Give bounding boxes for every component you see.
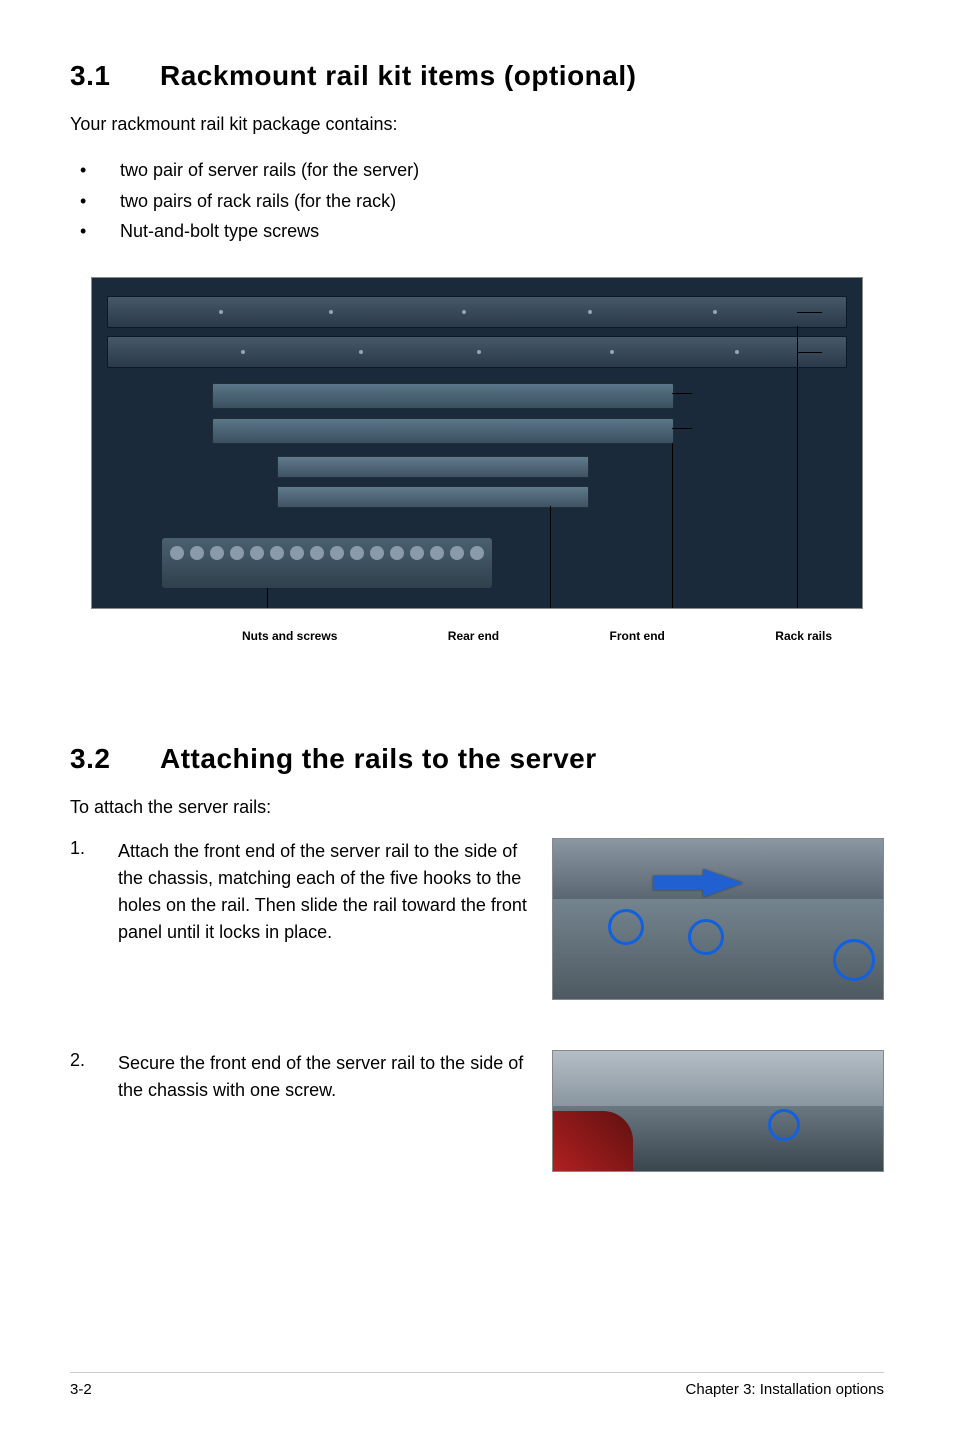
step-number: 2. xyxy=(70,1050,118,1071)
label-nuts-screws: Nuts and screws xyxy=(242,629,337,643)
step-item: 1. Attach the front end of the server ra… xyxy=(70,838,884,1000)
section2-intro: To attach the server rails: xyxy=(70,795,884,820)
label-rear-end: Rear end xyxy=(448,629,499,643)
step-number: 1. xyxy=(70,838,118,859)
footer-page-number: 3-2 xyxy=(70,1381,92,1398)
step-text: Secure the front end of the server rail … xyxy=(118,1050,552,1104)
step-item: 2. Secure the front end of the server ra… xyxy=(70,1050,884,1172)
label-rack-rails: Rack rails xyxy=(775,629,832,643)
kit-contents-list: two pair of server rails (for the server… xyxy=(70,155,884,247)
rail-kit-figure xyxy=(91,277,863,609)
screws-cluster-graphic xyxy=(162,538,492,588)
section-number: 3.2 xyxy=(70,743,160,775)
list-item: two pairs of rack rails (for the rack) xyxy=(70,186,884,217)
list-item: Nut-and-bolt type screws xyxy=(70,216,884,247)
step-text: Attach the front end of the server rail … xyxy=(118,838,552,946)
section-title: Attaching the rails to the server xyxy=(160,743,597,774)
footer-chapter: Chapter 3: Installation options xyxy=(686,1381,884,1398)
step1-figure xyxy=(552,838,884,1000)
section-heading-3-2: 3.2Attaching the rails to the server xyxy=(70,743,884,775)
list-item: two pair of server rails (for the server… xyxy=(70,155,884,186)
section1-intro: Your rackmount rail kit package contains… xyxy=(70,112,884,137)
figure-labels: Nuts and screws Rear end Front end Rack … xyxy=(92,629,862,643)
section-number: 3.1 xyxy=(70,60,160,92)
label-front-end: Front end xyxy=(610,629,665,643)
section-heading-3-1: 3.1Rackmount rail kit items (optional) xyxy=(70,60,884,92)
section-title: Rackmount rail kit items (optional) xyxy=(160,60,636,91)
page-footer: 3-2 Chapter 3: Installation options xyxy=(70,1372,884,1398)
step2-figure xyxy=(552,1050,884,1172)
steps-list: 1. Attach the front end of the server ra… xyxy=(70,838,884,1172)
